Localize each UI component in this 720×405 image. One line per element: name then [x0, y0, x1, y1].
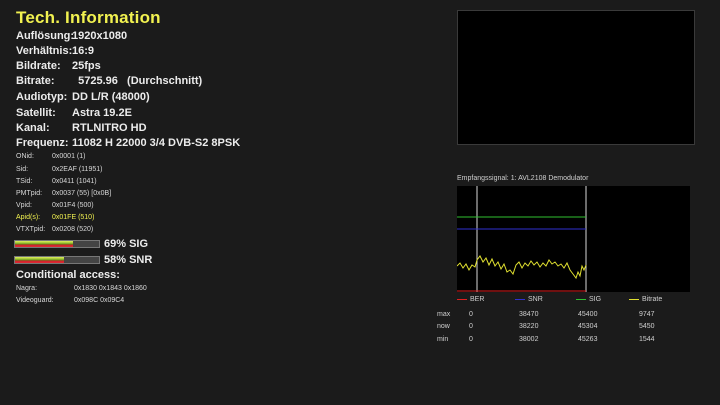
ber-swatch [457, 298, 467, 300]
info-label: Bitrate: [16, 75, 55, 87]
info-label: Auflösung: [16, 30, 75, 42]
info-value: 25fps [72, 60, 101, 72]
stat-ber-min: 0 [469, 336, 473, 343]
sig-swatch [576, 298, 586, 300]
stat-snr-now: 38220 [519, 323, 539, 330]
info-value: 1920x1080 [72, 30, 128, 42]
stat-ber-now: 0 [469, 323, 473, 330]
pid-row-tsid: TSid: 0x0411 (1041) [16, 178, 97, 185]
snr-meter [14, 256, 100, 264]
stat-ber-max: 0 [469, 311, 473, 318]
snr-swatch [515, 298, 525, 300]
snr-meter-fill [15, 257, 64, 263]
ca-label: Videoguard: [16, 297, 54, 304]
ca-value: 0x1830 0x1843 0x1860 [74, 285, 147, 292]
info-row-aspect: Verhältnis: 16:9 [16, 45, 94, 57]
info-value: 16:9 [72, 45, 95, 57]
legend-label: SNR [528, 296, 543, 303]
pid-value: 0x01FE (510) [52, 214, 95, 221]
stat-label-now: now [437, 323, 450, 330]
pid-label: VTXTpid: [16, 226, 46, 233]
pid-row-pmtpid: PMTpid: 0x0037 (55) [0x0B] [16, 190, 111, 197]
info-label: Verhältnis: [16, 45, 73, 57]
stat-sig-min: 45263 [578, 336, 598, 343]
page-title: Tech. Information [16, 8, 161, 27]
bitrate-line [457, 255, 587, 280]
info-label: Audiotyp: [16, 91, 68, 103]
legend-sig: SIG [576, 296, 601, 303]
info-row-framerate: Bildrate: 25fps [16, 60, 101, 72]
info-value: 11082 H 22000 3/4 DVB-S2 8PSK [72, 137, 241, 149]
pid-row-sid: Sid: 0x2EAF (11951) [16, 166, 102, 173]
snr-meter-label: 58% SNR [104, 254, 153, 266]
info-label: Satellit: [16, 107, 56, 119]
stat-sig-now: 45304 [578, 323, 598, 330]
bitrate-swatch [629, 298, 639, 300]
info-row-audio: Audiotyp: DD L/R (48000) [16, 91, 150, 103]
pid-value: 0x0208 (520) [52, 226, 94, 233]
pid-row-onid: ONid: 0x0001 (1) [16, 153, 85, 160]
ca-row-nagra: Nagra: 0x1830 0x1843 0x1860 [16, 285, 147, 292]
pid-row-apid: Apid(s): 0x01FE (510) [16, 214, 94, 221]
ca-label: Nagra: [16, 285, 38, 292]
pid-value: 0x01F4 (500) [52, 202, 94, 209]
legend-bitrate: Bitrate [629, 296, 662, 303]
info-value: Astra 19.2E [72, 107, 132, 119]
legend-label: SIG [589, 296, 602, 303]
pid-label: Vpid: [16, 202, 32, 209]
sig-meter [14, 240, 100, 248]
pid-value: 0x0411 (1041) [52, 178, 97, 185]
stat-snr-max: 38470 [519, 311, 539, 318]
legend-label: Bitrate [642, 296, 663, 303]
stat-bitrate-max: 9747 [639, 311, 655, 318]
info-row-resolution: Auflösung: 1920x1080 [16, 30, 127, 42]
stat-snr-min: 38002 [519, 336, 539, 343]
info-label: Kanal: [16, 122, 50, 134]
pid-label: ONid: [16, 153, 34, 160]
pid-label: Sid: [16, 166, 29, 173]
stat-bitrate-min: 1544 [639, 336, 655, 343]
sig-meter-label: 69% SIG [104, 238, 149, 250]
stat-label-max: max [437, 311, 451, 318]
info-row-bitrate: Bitrate: 5725.96 (Durchschnitt) [16, 75, 202, 87]
info-row-channel: Kanal: RTLNITRO HD [16, 122, 147, 134]
pid-row-vtxtpid: VTXTpid: 0x0208 (520) [16, 226, 93, 233]
ca-value: 0x098C 0x09C4 [74, 297, 125, 304]
info-row-frequency: Frequenz: 11082 H 22000 3/4 DVB-S2 8PSK [16, 137, 240, 149]
pid-value: 0x0001 (1) [52, 153, 86, 160]
ca-row-videoguard: Videoguard: 0x098C 0x09C4 [16, 297, 124, 304]
stat-label-min: min [437, 336, 449, 343]
pid-value: 0x0037 (55) [0x0B] [52, 190, 112, 197]
pid-label: TSid: [16, 178, 33, 185]
legend-label: BER [470, 296, 485, 303]
legend-ber: BER [457, 296, 484, 303]
sig-meter-fill [15, 241, 73, 247]
legend-snr: SNR [515, 296, 543, 303]
signal-graph [457, 186, 690, 292]
pid-value: 0x2EAF (11951) [52, 166, 103, 173]
pid-label: Apid(s): [16, 214, 41, 221]
ca-title: Conditional access: [16, 269, 120, 281]
stat-sig-max: 45400 [578, 311, 598, 318]
info-value: 5725.96 (Durchschnitt) [72, 75, 203, 87]
stat-bitrate-now: 5450 [639, 323, 655, 330]
graph-title: Empfangssignal: 1: AVL2108 Demodulator [457, 175, 589, 182]
info-value: RTLNITRO HD [72, 122, 147, 134]
info-row-satellite: Satellit: Astra 19.2E [16, 107, 132, 119]
info-label: Bildrate: [16, 60, 61, 72]
pid-row-vpid: Vpid: 0x01F4 (500) [16, 202, 94, 209]
info-value: DD L/R (48000) [72, 91, 150, 103]
info-label: Frequenz: [16, 137, 69, 149]
pid-label: PMTpid: [16, 190, 43, 197]
video-preview [457, 10, 695, 145]
